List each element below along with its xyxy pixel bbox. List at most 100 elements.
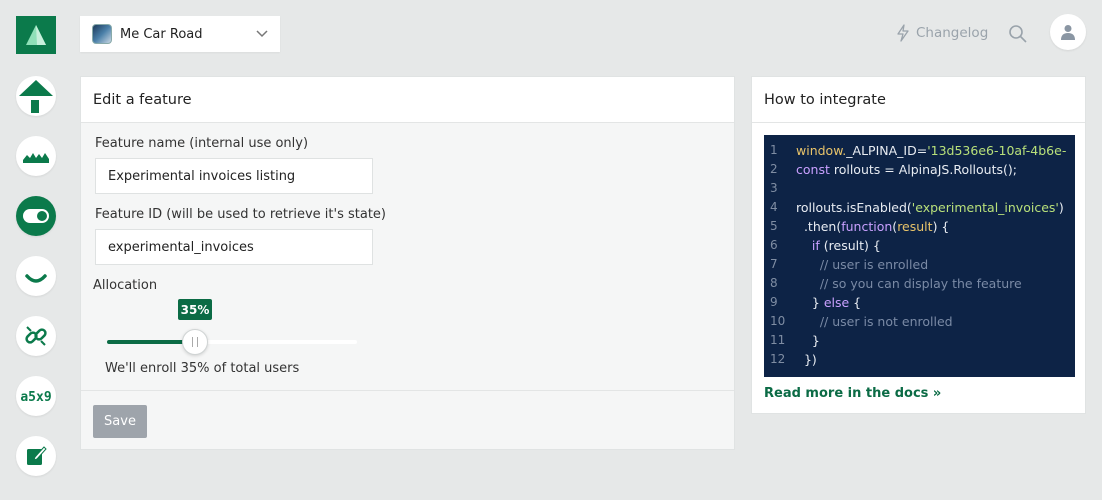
code-line: 11 } — [764, 331, 1075, 350]
code-line: 3 — [764, 179, 1075, 198]
code-token: }) — [796, 352, 817, 367]
chevron-down-icon — [256, 30, 268, 38]
line-number: 9 — [770, 295, 778, 309]
sidebar-item-features[interactable] — [16, 196, 56, 236]
app-selector[interactable]: Me Car Road — [80, 16, 280, 52]
code-line: 1 window._ALPINA_ID='13d536e6-10af-4b6e- — [764, 141, 1075, 160]
code-token: 'experimental_invoices' — [911, 200, 1059, 215]
line-number: 2 — [770, 162, 778, 176]
code-token: '13d536e6-10af-4b6e- — [927, 143, 1067, 158]
code-line: 8 // so you can display the feature — [764, 274, 1075, 293]
home-icon — [19, 80, 53, 113]
code-token: ) — [1058, 200, 1064, 215]
allocation-badge: 35% — [178, 299, 212, 320]
integrate-card: How to integrate 1 window._ALPINA_ID='13d… — [751, 76, 1086, 414]
search-icon — [1009, 25, 1027, 43]
code-line: 12 }) — [764, 350, 1075, 369]
user-avatar[interactable] — [1050, 14, 1086, 50]
edit-card-title: Edit a feature — [81, 77, 734, 123]
code-line: 7 // user is enrolled — [764, 255, 1075, 274]
code-token: } — [796, 333, 820, 348]
svg-text:a5x9: a5x9 — [20, 390, 51, 405]
feature-id-label: Feature ID (will be used to retrieve it'… — [95, 207, 386, 222]
edit-feature-card: Edit a feature Feature name (internal us… — [80, 76, 735, 450]
line-number: 5 — [770, 219, 778, 233]
code-token: else — [823, 295, 854, 310]
brand-logo[interactable] — [16, 16, 56, 54]
code-token: if — [811, 238, 824, 253]
line-number: 1 — [770, 143, 778, 157]
code-text: .then(function(result) { — [796, 217, 949, 236]
code-text: // user is enrolled — [796, 255, 928, 274]
code-text: }) — [796, 350, 817, 369]
user-icon — [1061, 25, 1075, 40]
sidebar-item-code[interactable]: a5x9 — [16, 376, 56, 416]
feature-name-label: Feature name (internal use only) — [95, 136, 309, 151]
changelog-link[interactable]: Changelog — [896, 24, 988, 42]
edit-icon — [27, 446, 47, 465]
code-line: 2 const rollouts = AlpinaJS.Rollouts(); — [764, 160, 1075, 179]
sidebar-item-notes[interactable] — [16, 436, 56, 476]
code-icon: a5x9 — [20, 390, 51, 405]
landscape-icon — [23, 153, 49, 163]
feature-id-input[interactable] — [95, 229, 373, 265]
code-text: // so you can display the feature — [796, 274, 1022, 293]
code-token: (result) { — [823, 238, 881, 253]
code-line: 6 if (result) { — [764, 236, 1075, 255]
line-number: 4 — [770, 200, 778, 214]
code-text: // user is not enrolled — [796, 312, 953, 331]
code-token: // user is enrolled — [796, 257, 929, 272]
app-name: Me Car Road — [120, 26, 203, 42]
sidebar-item-feedback[interactable] — [16, 256, 56, 296]
code-token: .then( — [796, 219, 842, 234]
integrate-card-title: How to integrate — [752, 77, 1085, 123]
line-number: 11 — [770, 333, 786, 347]
line-number: 8 — [770, 276, 778, 290]
card-divider — [81, 390, 734, 391]
code-text: } else { — [796, 293, 861, 312]
code-token: window. — [796, 143, 847, 158]
code-token: // user is not enrolled — [796, 314, 953, 329]
code-text: const rollouts = AlpinaJS.Rollouts(); — [796, 160, 1017, 179]
code-line: 5 .then(function(result) { — [764, 217, 1075, 236]
line-number: 3 — [770, 181, 778, 195]
line-number: 6 — [770, 238, 778, 252]
search-button[interactable] — [1008, 24, 1028, 44]
toggle-icon — [23, 209, 49, 223]
code-text: window._ALPINA_ID='13d536e6-10af-4b6e- — [796, 141, 1066, 160]
code-text: } — [796, 331, 820, 350]
code-token: result — [897, 219, 933, 234]
allocation-slider-handle[interactable] — [181, 329, 208, 355]
line-number: 12 — [770, 352, 786, 366]
code-token: function — [841, 219, 893, 234]
allocation-slider-track[interactable] — [107, 340, 357, 344]
code-token: const — [796, 162, 834, 177]
sidebar-item-metrics[interactable] — [16, 136, 56, 176]
code-snippet: 1 window._ALPINA_ID='13d536e6-10af-4b6e- 2… — [764, 135, 1075, 377]
sidebar-item-links[interactable] — [16, 316, 56, 356]
lightning-icon — [897, 24, 909, 42]
save-button[interactable]: Save — [93, 405, 147, 438]
docs-link[interactable]: Read more in the docs » — [764, 386, 941, 401]
code-text: if (result) { — [796, 236, 881, 255]
code-token: } — [796, 295, 824, 310]
code-token: { — [853, 295, 862, 310]
line-number: 10 — [770, 314, 786, 328]
logo-icon — [26, 25, 46, 45]
sidebar-item-home[interactable] — [16, 76, 56, 116]
code-line: 10 // user is not enrolled — [764, 312, 1075, 331]
code-token: _ALPINA_ID= — [846, 143, 928, 158]
line-number: 7 — [770, 257, 778, 271]
code-text: rollouts.isEnabled('experimental_invoice… — [796, 198, 1064, 217]
code-line: 9 } else { — [764, 293, 1075, 312]
enroll-summary: We'll enroll 35% of total users — [105, 361, 300, 376]
feature-name-input[interactable] — [95, 158, 373, 194]
changelog-label: Changelog — [916, 25, 989, 41]
code-token: ) { — [932, 219, 950, 234]
smile-icon — [25, 274, 47, 283]
link-icon — [25, 326, 47, 346]
code-token: rollouts.isEnabled( — [796, 200, 912, 215]
code-token: rollouts = AlpinaJS.Rollouts(); — [833, 162, 1017, 177]
app-thumbnail — [92, 24, 112, 44]
